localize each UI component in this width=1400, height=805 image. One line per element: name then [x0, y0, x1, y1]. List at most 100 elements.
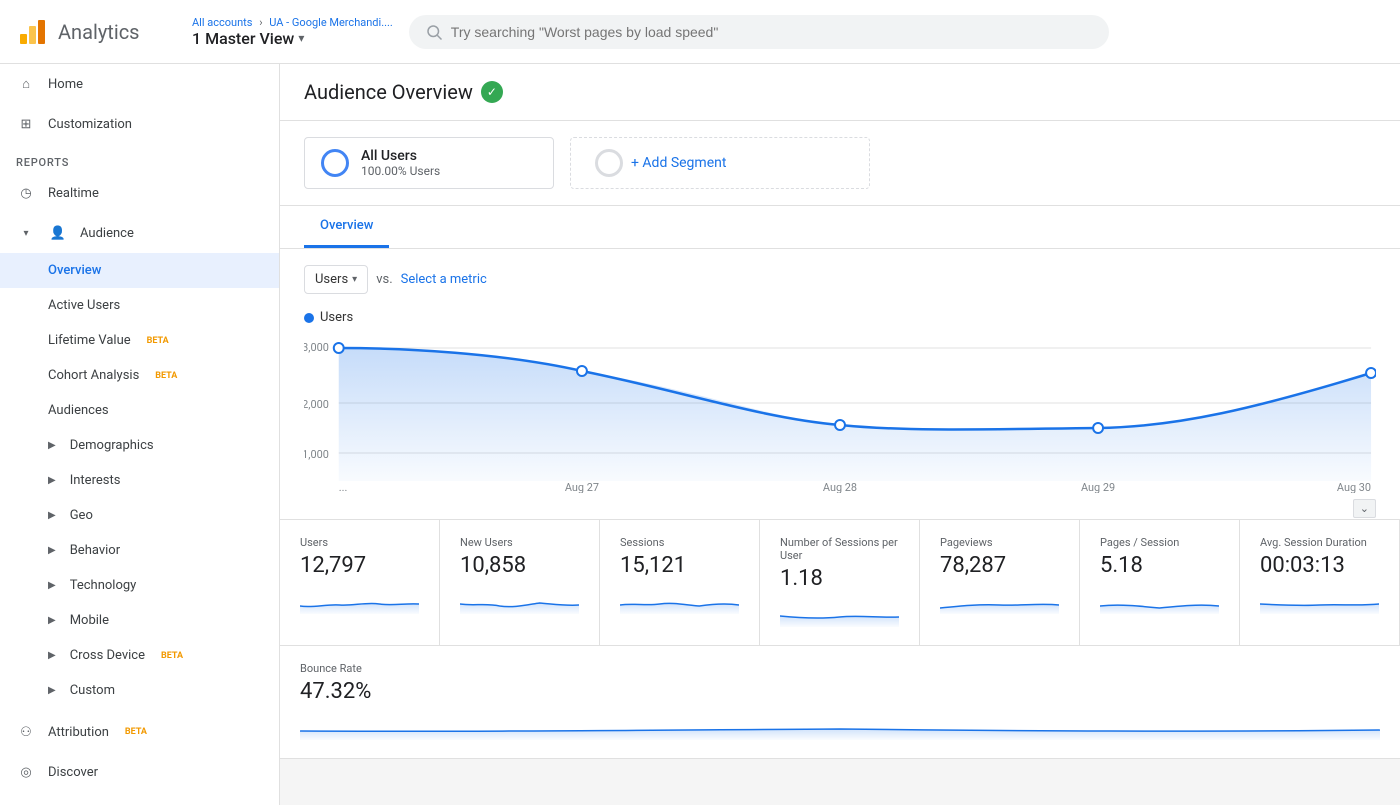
attribution-beta-badge: BETA [125, 727, 147, 737]
svg-text:3,000: 3,000 [304, 341, 329, 354]
mini-chart [300, 712, 1380, 742]
search-bar[interactable] [409, 15, 1109, 49]
metric-value: 10,858 [460, 553, 579, 578]
custom-expand-icon: ▶ [48, 685, 56, 696]
metric-card: Users 12,797 [280, 520, 440, 646]
sidebar-home-label: Home [48, 77, 83, 92]
dropdown-arrow-icon: ▾ [352, 274, 357, 285]
lifetime-value-beta-badge: BETA [147, 336, 169, 346]
geo-expand-icon: ▶ [48, 510, 56, 521]
cross-device-beta-badge: BETA [161, 651, 183, 661]
discover-icon: ◎ [16, 762, 36, 782]
segments-bar: All Users 100.00% Users + Add Segment [280, 121, 1400, 206]
segment-card-all-users[interactable]: All Users 100.00% Users [304, 137, 554, 189]
sidebar-item-home[interactable]: ⌂ Home [0, 64, 279, 104]
sidebar-item-demographics[interactable]: ▶ Demographics [0, 428, 279, 463]
main-chart: 3,000 2,000 1,000 [304, 333, 1376, 493]
svg-text:1,000: 1,000 [304, 448, 329, 461]
sidebar-audience-label: Audience [80, 226, 134, 241]
mini-chart [940, 586, 1059, 616]
sidebar-item-custom[interactable]: ▶ Custom [0, 673, 279, 708]
topbar: Analytics All accounts › UA - Google Mer… [0, 0, 1400, 64]
breadcrumb-accounts[interactable]: All accounts [192, 16, 252, 29]
sidebar-overview-label: Overview [48, 263, 101, 278]
add-segment-button[interactable]: + Add Segment [570, 137, 870, 189]
page-header: Audience Overview ✓ [280, 64, 1400, 121]
chevron-down-icon: ▾ [298, 31, 304, 45]
metric-dropdown-label: Users [315, 272, 348, 287]
breadcrumb: All accounts › UA - Google Merchandi.... [192, 16, 393, 29]
main-layout: ⌂ Home ⊞ Customization REPORTS ◷ Realtim… [0, 64, 1400, 805]
home-icon: ⌂ [16, 74, 36, 94]
mini-chart [1100, 586, 1219, 616]
breadcrumb-property[interactable]: UA - Google Merchandi.... [269, 16, 393, 29]
metric-value: 47.32% [300, 679, 1380, 704]
logo-area: Analytics [16, 16, 176, 48]
sidebar-item-audience[interactable]: ▾ 👤 Audience [0, 213, 279, 253]
svg-text:Aug 28: Aug 28 [823, 481, 857, 493]
mini-chart [620, 586, 739, 616]
sidebar-item-geo[interactable]: ▶ Geo [0, 498, 279, 533]
add-segment-label: + Add Segment [631, 155, 726, 171]
metric-label: Pages / Session [1100, 536, 1219, 549]
add-segment-circle [595, 149, 623, 177]
account-view-label: 1 Master View [192, 29, 294, 48]
sidebar-interests-label: Interests [70, 473, 121, 488]
search-input[interactable] [451, 24, 1093, 40]
demographics-expand-icon: ▶ [48, 440, 56, 451]
analytics-logo [16, 16, 48, 48]
svg-text:2,000: 2,000 [304, 398, 329, 411]
metric-selector: Users ▾ vs. Select a metric [304, 265, 1376, 294]
vs-label: vs. [376, 272, 392, 287]
sidebar-item-realtime[interactable]: ◷ Realtime [0, 173, 279, 213]
sidebar-item-interests[interactable]: ▶ Interests [0, 463, 279, 498]
sidebar-item-cohort-analysis[interactable]: Cohort Analysis BETA [0, 358, 279, 393]
sidebar-item-active-users[interactable]: Active Users [0, 288, 279, 323]
tab-overview[interactable]: Overview [304, 206, 389, 248]
sidebar: ⌂ Home ⊞ Customization REPORTS ◷ Realtim… [0, 64, 280, 805]
breadcrumb-sep: › [259, 16, 265, 29]
mini-chart [1260, 586, 1379, 616]
metric-value: 12,797 [300, 553, 419, 578]
sidebar-item-technology[interactable]: ▶ Technology [0, 568, 279, 603]
sidebar-item-behavior[interactable]: ▶ Behavior [0, 533, 279, 568]
sidebar-mobile-label: Mobile [70, 613, 109, 628]
metrics-grid: Users 12,797 New Users 10,858 [280, 519, 1400, 759]
sidebar-attribution-label: Attribution [48, 725, 109, 740]
chart-area: Users ▾ vs. Select a metric Users 3,000 … [280, 249, 1400, 519]
account-selector[interactable]: 1 Master View ▾ [192, 29, 393, 48]
metric-label: Sessions [620, 536, 739, 549]
technology-expand-icon: ▶ [48, 580, 56, 591]
metric-label: Avg. Session Duration [1260, 536, 1379, 549]
all-users-circle [321, 149, 349, 177]
sidebar-item-mobile[interactable]: ▶ Mobile [0, 603, 279, 638]
svg-text:Aug 30: Aug 30 [1337, 481, 1371, 493]
chart-scroll-button[interactable]: ⌄ [1353, 499, 1376, 518]
breadcrumb-area: All accounts › UA - Google Merchandi....… [192, 16, 393, 48]
behavior-expand-icon: ▶ [48, 545, 56, 556]
mini-chart [460, 586, 579, 616]
page-title: Audience Overview [304, 80, 473, 104]
select-metric-link[interactable]: Select a metric [401, 272, 487, 287]
sidebar-item-discover[interactable]: ◎ Discover [0, 752, 279, 792]
sidebar-discover-label: Discover [48, 765, 98, 780]
sidebar-active-users-label: Active Users [48, 298, 120, 313]
link-icon: ⚇ [16, 722, 36, 742]
metric-value: 1.18 [780, 566, 899, 591]
sidebar-item-cross-device[interactable]: ▶ Cross Device BETA [0, 638, 279, 673]
content-area: Audience Overview ✓ All Users 100.00% Us… [280, 64, 1400, 805]
sidebar-item-customization[interactable]: ⊞ Customization [0, 104, 279, 144]
tabs-bar: Overview [280, 206, 1400, 249]
chart-legend: Users [304, 310, 1376, 325]
sidebar-item-audiences[interactable]: Audiences [0, 393, 279, 428]
sidebar-technology-label: Technology [70, 578, 137, 593]
metric-dropdown[interactable]: Users ▾ [304, 265, 368, 294]
sidebar-realtime-label: Realtime [48, 186, 99, 201]
sidebar-item-lifetime-value[interactable]: Lifetime Value BETA [0, 323, 279, 358]
sidebar-behavior-label: Behavior [70, 543, 120, 558]
sidebar-item-attribution[interactable]: ⚇ Attribution BETA [0, 712, 279, 752]
metric-card: Pages / Session 5.18 [1080, 520, 1240, 646]
sidebar-custom-label: Custom [70, 683, 115, 698]
cohort-beta-badge: BETA [155, 371, 177, 381]
sidebar-item-overview[interactable]: Overview [0, 253, 279, 288]
